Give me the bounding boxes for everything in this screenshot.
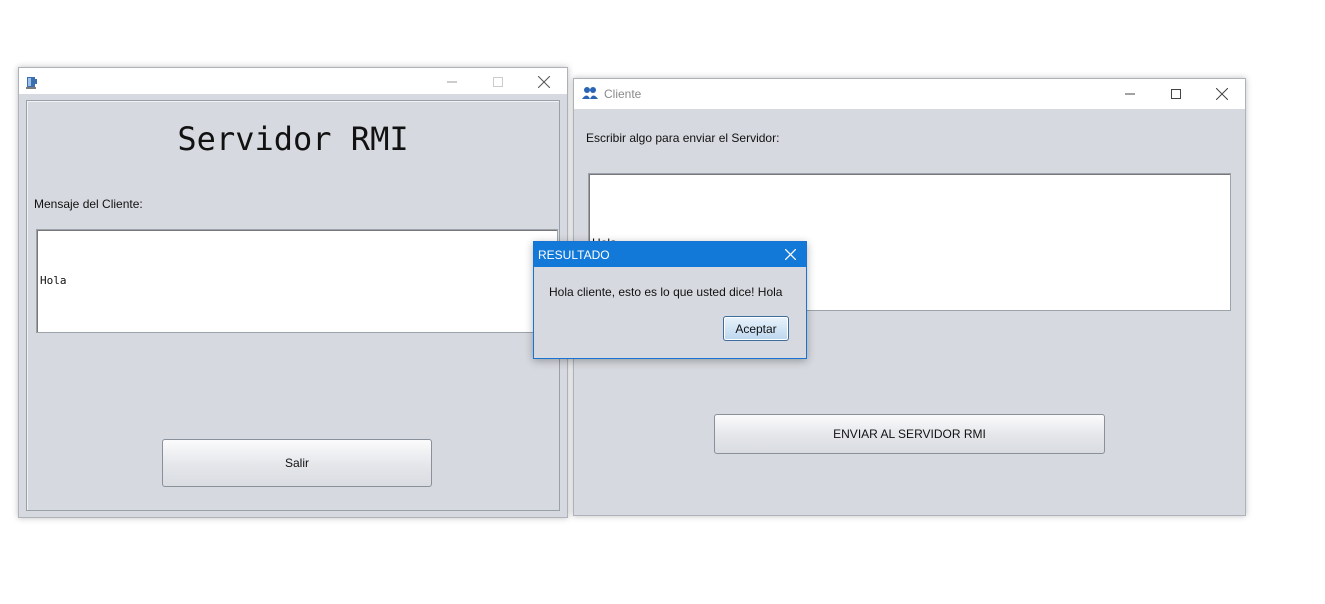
client-minimize-button[interactable]: [1107, 79, 1153, 109]
java-cup-icon: [25, 74, 41, 90]
maximize-icon: [1171, 89, 1181, 99]
close-icon: [1216, 88, 1228, 100]
prompt-label: Escribir algo para enviar el Servidor:: [586, 131, 780, 145]
accept-button[interactable]: Aceptar: [723, 316, 789, 341]
server-message-text: Hola: [40, 274, 67, 287]
send-button[interactable]: ENVIAR AL SERVIDOR RMI: [714, 414, 1105, 454]
dialog-title: RESULTADO: [538, 248, 610, 262]
dialog-close-button[interactable]: [774, 242, 806, 267]
server-close-button[interactable]: [521, 68, 567, 96]
client-window-title: Cliente: [604, 87, 642, 101]
result-dialog: RESULTADO Hola cliente, esto es lo que u…: [533, 241, 807, 359]
minimize-icon: [1125, 93, 1135, 95]
dialog-titlebar[interactable]: RESULTADO: [534, 242, 806, 267]
people-icon: [582, 86, 598, 102]
server-minimize-button[interactable]: [429, 68, 475, 96]
page-title: Servidor RMI: [177, 120, 409, 158]
server-titlebar[interactable]: [19, 68, 567, 94]
server-message-area[interactable]: Hola: [36, 229, 558, 333]
server-window: Servidor RMI Mensaje del Cliente: Hola S…: [18, 67, 568, 518]
client-maximize-button[interactable]: [1153, 79, 1199, 109]
dialog-message: Hola cliente, esto es lo que usted dice!…: [549, 285, 783, 299]
minimize-icon: [447, 81, 457, 83]
close-icon: [538, 76, 550, 88]
close-icon: [784, 249, 796, 260]
client-close-button[interactable]: [1199, 79, 1245, 109]
exit-button[interactable]: Salir: [162, 439, 432, 487]
server-maximize-button[interactable]: [475, 68, 521, 96]
message-label: Mensaje del Cliente:: [34, 197, 143, 211]
client-titlebar[interactable]: Cliente: [574, 79, 1245, 109]
maximize-icon: [493, 77, 503, 87]
